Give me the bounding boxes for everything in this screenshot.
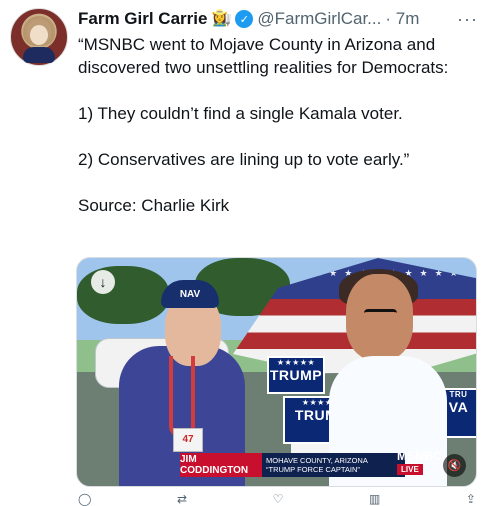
repost-icon[interactable]: ⇄ [177,492,187,506]
views-icon[interactable]: ▥ [369,492,380,506]
campaign-badge: 47 [173,428,203,452]
username-handle[interactable]: @FarmGirlCar... [257,9,381,29]
red-lanyard [169,356,195,438]
post-time[interactable]: · 7m [385,9,419,29]
share-icon[interactable]: ⇪ [466,492,476,506]
tweet-header: Farm Girl Carrie 👩‍🌾 ✓ @FarmGirlCar... ·… [78,8,478,30]
more-options-icon[interactable]: ··· [457,9,478,30]
chyron-name: JIM CODDINGTON [180,453,262,477]
reporter-head [346,274,413,360]
msnbc-logo-text: MSNBC [397,449,442,463]
chyron: JIM CODDINGTON MOHAVE COUNTY, ARIZONA “T… [180,453,405,477]
tree-left [77,266,169,324]
profile-avatar[interactable] [10,8,68,66]
farmer-emoji-icon: 👩‍🌾 [211,10,232,27]
tweet-text: “MSNBC went to Mojave County in Arizona … [78,35,449,215]
sunglasses-icon [364,309,397,322]
display-name[interactable]: Farm Girl Carrie [78,9,207,29]
avatar-shirt [23,47,55,63]
network-bug: MSNBC LIVE [397,449,449,475]
reply-icon[interactable]: ◯ [78,492,91,506]
like-icon[interactable]: ♡ [273,492,284,506]
verified-badge-icon: ✓ [235,10,254,28]
mute-icon[interactable]: 🔇 [443,454,466,477]
avatar-face [30,25,48,45]
navy-cap: NAV [161,280,219,308]
video-media[interactable]: ★★★★★★★★★★★★★★★★★★★★★★★★★★ ★★★★★ TRUMP ★… [76,257,477,487]
trump-sign-top: ★★★★★ TRUMP [267,356,325,394]
tweet-actions-row: ◯ ⇄ ♡ ▥ ⇪ [78,492,476,506]
live-badge: LIVE [397,464,423,475]
download-icon[interactable]: ↓ [91,270,115,294]
chyron-caption: MOHAVE COUNTY, ARIZONA “TRUMP FORCE CAPT… [262,453,405,477]
